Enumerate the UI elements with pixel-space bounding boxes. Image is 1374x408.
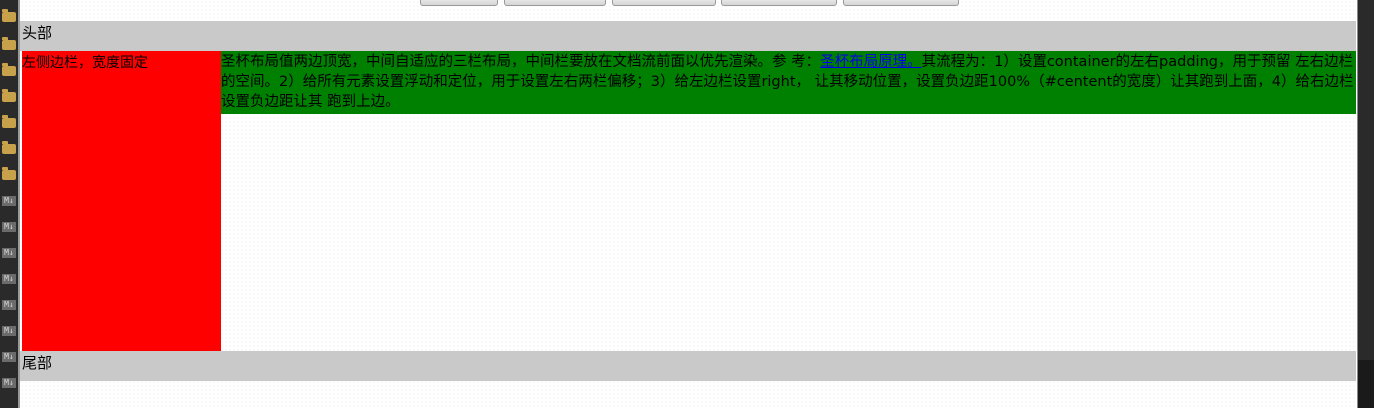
- folder-icon[interactable]: [2, 9, 16, 22]
- left-sidebar: 左侧边栏，宽度固定: [22, 51, 221, 351]
- toolbar-button[interactable]: [612, 0, 716, 6]
- toolbar-button[interactable]: [721, 0, 837, 6]
- markdown-file-icon[interactable]: M↓: [2, 248, 16, 258]
- markdown-file-icon[interactable]: M↓: [2, 378, 16, 388]
- folder-icon[interactable]: [2, 37, 16, 50]
- toolbar-button[interactable]: [843, 0, 959, 6]
- toolbar-button[interactable]: [504, 0, 606, 6]
- page-header: 头部: [20, 21, 1356, 51]
- holy-grail-link[interactable]: 圣杯布局原理。: [820, 54, 922, 70]
- page-viewport: 头部 左侧边栏，宽度固定 圣杯布局值两边顶宽，中间自适应的三栏布局，中间栏要放在…: [18, 0, 1358, 408]
- toolbar-button[interactable]: [420, 0, 498, 6]
- center-content: 圣杯布局值两边顶宽，中间自适应的三栏布局，中间栏要放在文档流前面以优先渲染。参 …: [221, 51, 1356, 114]
- markdown-file-icon[interactable]: M↓: [2, 352, 16, 362]
- layout-container: 左侧边栏，宽度固定 圣杯布局值两边顶宽，中间自适应的三栏布局，中间栏要放在文档流…: [22, 51, 1356, 351]
- markdown-file-icon[interactable]: M↓: [2, 222, 16, 232]
- markdown-file-icon[interactable]: M↓: [2, 300, 16, 310]
- right-edge-lower: [1358, 360, 1374, 408]
- markdown-file-icon[interactable]: M↓: [2, 326, 16, 336]
- page-footer: 尾部: [20, 351, 1356, 381]
- top-button-row: [20, 0, 1358, 20]
- folder-icon[interactable]: [2, 63, 16, 76]
- center-text-before-link: 圣杯布局值两边顶宽，中间自适应的三栏布局，中间栏要放在文档流前面以优先渲染。参 …: [221, 54, 821, 70]
- folder-icon[interactable]: [2, 89, 16, 102]
- file-tree-strip: M↓ M↓ M↓ M↓ M↓ M↓ M↓ M↓: [0, 0, 18, 408]
- right-edge: [1357, 0, 1374, 408]
- markdown-file-icon[interactable]: M↓: [2, 196, 16, 206]
- folder-icon[interactable]: [2, 115, 16, 128]
- markdown-file-icon[interactable]: M↓: [2, 274, 16, 284]
- folder-icon[interactable]: [2, 141, 16, 154]
- folder-icon[interactable]: [2, 167, 16, 180]
